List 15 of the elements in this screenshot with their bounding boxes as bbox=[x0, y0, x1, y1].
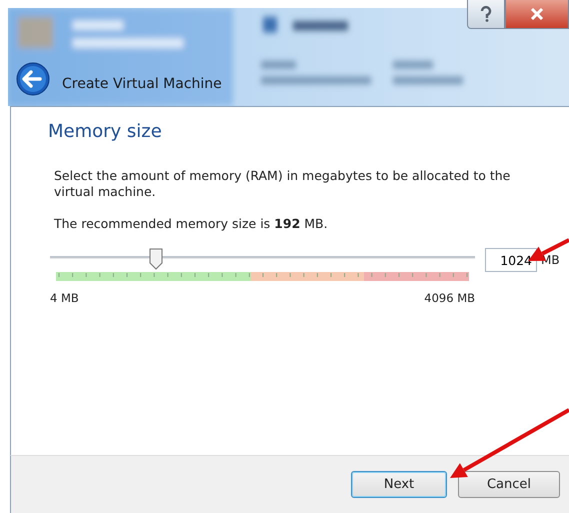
description-text: Select the amount of memory (RAM) in megabytes to be allocated to the virtual machine. bbox=[54, 168, 512, 200]
cancel-button[interactable]: Cancel bbox=[458, 471, 560, 498]
next-button[interactable]: Next bbox=[351, 471, 447, 498]
close-button[interactable] bbox=[505, 0, 569, 29]
min-label: 4 MB bbox=[50, 291, 79, 305]
page-heading: Memory size bbox=[48, 121, 163, 142]
memory-input[interactable]: 1024 bbox=[485, 248, 537, 272]
help-icon bbox=[480, 6, 492, 22]
recommendation-text: The recommended memory size is 192 MB. bbox=[54, 216, 329, 232]
window-title: Create Virtual Machine bbox=[62, 76, 222, 94]
max-label: 4096 MB bbox=[424, 291, 475, 305]
back-button[interactable] bbox=[16, 62, 50, 96]
help-button[interactable] bbox=[467, 0, 505, 29]
slider-thumb[interactable] bbox=[149, 248, 164, 270]
close-icon bbox=[530, 8, 544, 20]
